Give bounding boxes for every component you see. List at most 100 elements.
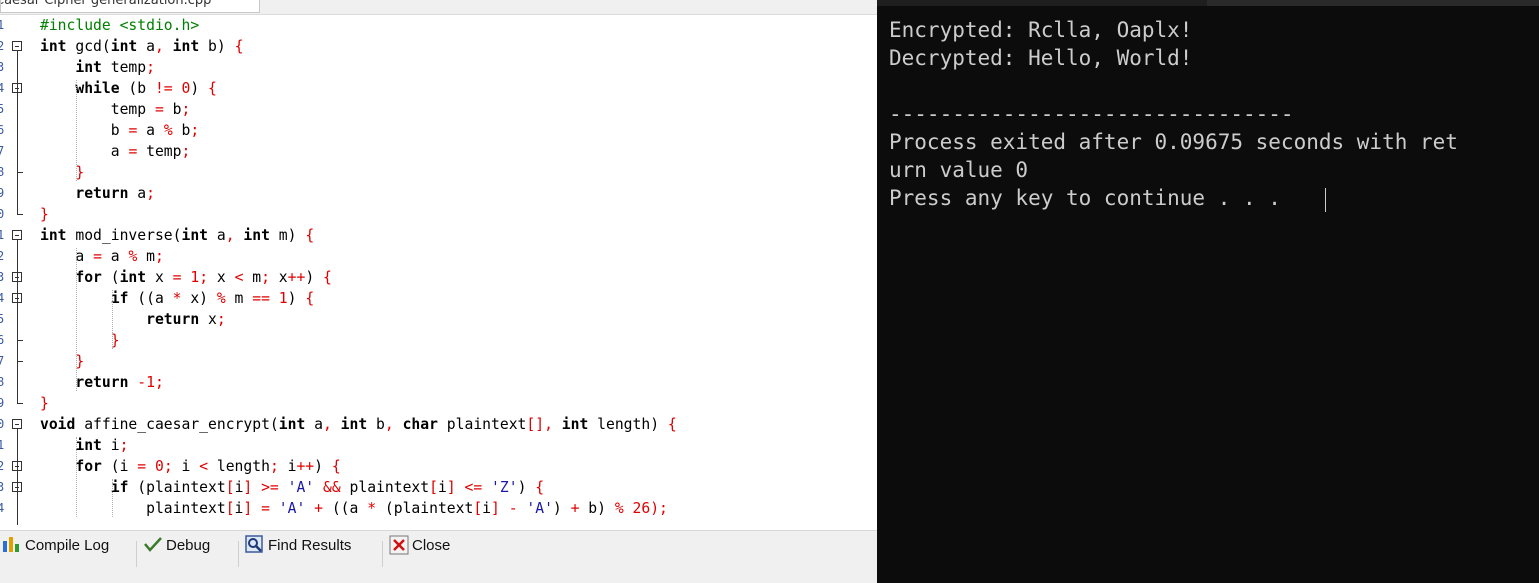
code-token: m (243, 269, 262, 286)
editor-tab[interactable]: Caesar Cipher generalization.cpp (0, 0, 260, 13)
code-token: b (40, 122, 129, 139)
line-number: 5 (0, 102, 5, 116)
line-number: 0 (0, 207, 5, 221)
code-token: int (40, 227, 67, 244)
code-token: { (667, 416, 677, 433)
fold-end (17, 172, 23, 173)
code-token: for (75, 269, 102, 286)
code-line: int i; (40, 435, 128, 456)
code-token: return (75, 374, 129, 391)
line-number: 2 (0, 459, 5, 473)
checkmark-icon (143, 535, 162, 553)
code-line: #include <stdio.h> (40, 15, 199, 36)
code-token: int (181, 227, 209, 244)
code-token: = (154, 101, 164, 118)
code-token: } (40, 206, 49, 223)
code-token: a (305, 416, 323, 433)
line-number: 4 (0, 291, 5, 305)
code-token: ] (243, 500, 253, 517)
code-token: temp (40, 101, 155, 118)
code-token: ; (163, 458, 173, 475)
code-token: * (172, 290, 182, 307)
code-token: plaintext (340, 479, 430, 496)
code-token: length (208, 458, 270, 475)
code-token: gcd( (66, 38, 111, 55)
code-line: int mod_inverse(int a, int m) { (40, 225, 314, 246)
code-token: [ (429, 479, 438, 496)
code-token: ); (650, 500, 668, 517)
fold-toggle-icon[interactable] (12, 419, 22, 429)
code-editor[interactable]: #include <stdio.h> int gcd(int a, int b) … (40, 15, 877, 525)
code-token: < (199, 458, 209, 475)
fold-toggle-icon[interactable] (12, 41, 22, 51)
bottom-panel-tabs: Compile Log Debug Find Results Close (0, 530, 877, 583)
code-line: for (i = 0; i < length; i++) { (40, 456, 340, 477)
code-token: b) (579, 500, 615, 517)
code-token: (b (119, 80, 155, 97)
code-token: [ (473, 500, 483, 517)
fold-toggle-icon[interactable] (12, 230, 22, 240)
code-token: = (261, 500, 270, 517)
code-token: a (40, 143, 129, 160)
code-line: } (40, 162, 84, 183)
code-token: i (172, 458, 200, 475)
code-line: } (40, 330, 120, 351)
find-results-tab[interactable]: Find Results (245, 535, 351, 571)
compile-log-tab[interactable]: Compile Log (2, 537, 109, 571)
code-token: 'A' (278, 500, 306, 517)
code-token: != (154, 80, 173, 97)
close-label: Close (412, 537, 451, 554)
code-token: [] (526, 416, 545, 433)
indent-guide (76, 437, 78, 517)
code-token: , (544, 416, 553, 433)
code-token: temp (137, 143, 182, 160)
code-token: = (128, 143, 138, 160)
code-token: ] (491, 500, 500, 517)
code-token: (i (101, 458, 138, 475)
console-title-strip (877, 0, 1539, 6)
fold-end (17, 214, 23, 215)
code-token: 'A' (287, 479, 315, 496)
code-line: return x; (40, 309, 226, 330)
console-line: Encrypted: Rclla, Oaplx! (889, 18, 1193, 42)
indent-guide (76, 80, 78, 181)
code-token: { (305, 290, 315, 307)
code-line: for (int x = 1; x < m; x++) { (40, 267, 331, 288)
code-token: ) (314, 458, 332, 475)
line-number: 1 (0, 438, 5, 452)
console-line: Decrypted: Hello, World! (889, 46, 1193, 70)
code-token: b (163, 101, 182, 118)
code-token: a (40, 248, 94, 265)
code-token: ; (154, 374, 164, 391)
code-token: , (322, 416, 332, 433)
code-token: , (225, 227, 235, 244)
code-token: ; (146, 59, 155, 76)
close-tab[interactable]: Close (389, 535, 451, 571)
compile-log-label: Compile Log (25, 537, 110, 554)
code-token: ; (146, 185, 155, 202)
line-number: 1 (0, 228, 5, 242)
code-token: int (75, 59, 102, 76)
code-token: affine_caesar_encrypt( (75, 416, 279, 433)
code-token: i (101, 437, 120, 454)
console-window[interactable]: Encrypted: Rclla, Oaplx! Decrypted: Hell… (877, 0, 1539, 583)
code-token: + (314, 500, 323, 517)
code-token: int (110, 38, 138, 55)
code-token: , (154, 38, 164, 55)
editor-gutter: 1 2 3 4 5 6 7 8 9 0 1 2 3 4 5 6 7 8 9 0 1 2 3 4 (0, 15, 34, 525)
code-token: { (208, 80, 217, 97)
debug-tab[interactable]: Debug (143, 537, 210, 571)
code-token: if (110, 479, 129, 496)
code-token: [ (225, 479, 235, 496)
